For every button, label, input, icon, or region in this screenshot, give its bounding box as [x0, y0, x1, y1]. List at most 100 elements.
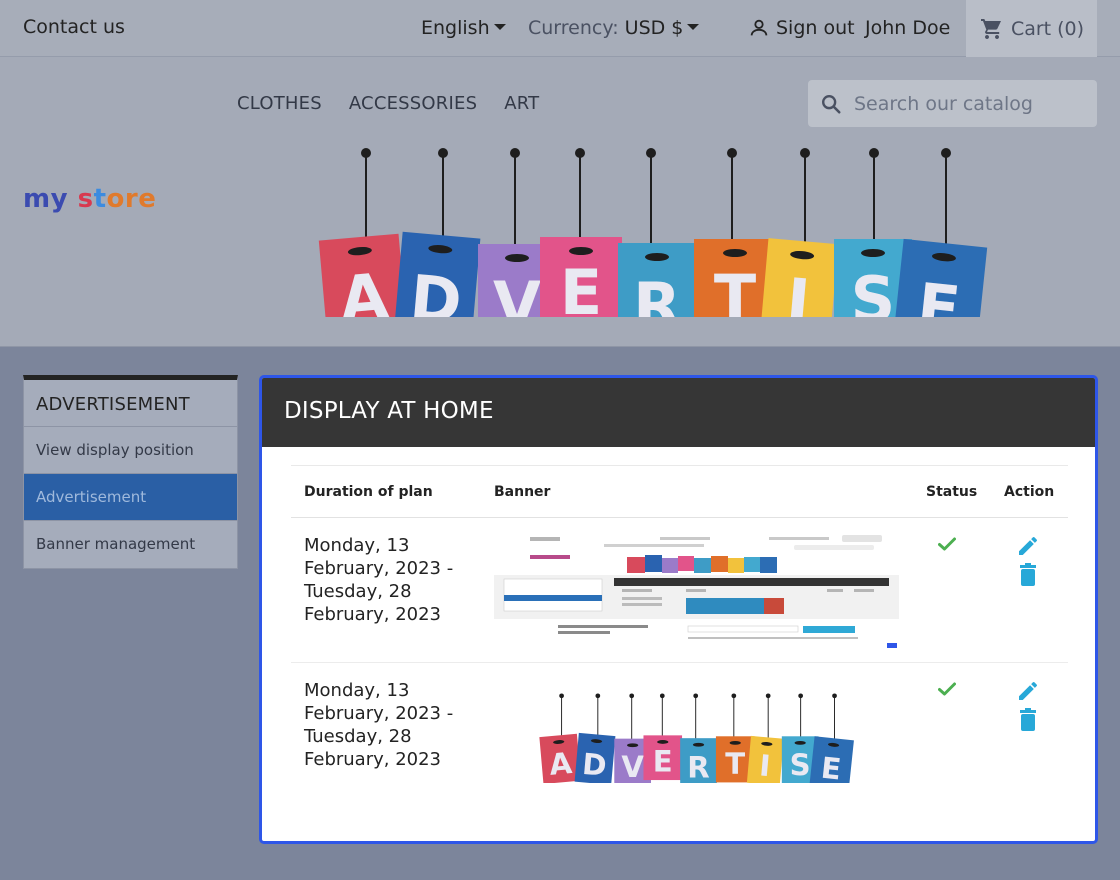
- cart-button[interactable]: Cart (0): [966, 0, 1097, 57]
- tag-clip: [794, 741, 806, 745]
- panel-title: DISPLAY AT HOME: [262, 378, 1095, 447]
- advertise-tag: E: [643, 735, 683, 781]
- tag-clip: [723, 249, 747, 257]
- search-box: [808, 80, 1097, 127]
- account-name-link[interactable]: John Doe: [865, 17, 950, 39]
- search-icon[interactable]: [820, 93, 842, 115]
- tag-letter: E: [819, 751, 842, 783]
- tag-letter: S: [851, 263, 896, 317]
- tag-letter: T: [714, 261, 756, 317]
- tag-letter: E: [560, 256, 602, 317]
- advertise-tag: I: [746, 735, 784, 783]
- table-header: Duration of plan Banner Status Action: [291, 465, 1068, 518]
- language-selector[interactable]: English: [421, 17, 506, 39]
- advertise-tag: R: [618, 243, 696, 317]
- tag-clip: [729, 741, 741, 745]
- pin: [559, 693, 564, 699]
- tag-clip: [861, 249, 885, 257]
- advertisement-sidebar: ADVERTISEMENT View display position Adve…: [23, 375, 238, 569]
- tag-letter: A: [548, 746, 574, 782]
- menu-item-accessories[interactable]: ACCESSORIES: [349, 93, 477, 114]
- advertise-banner-image: ADVERTISE: [318, 148, 988, 317]
- advertise-tag: E: [809, 736, 854, 783]
- user-icon: [750, 19, 768, 36]
- tag-letter: R: [687, 751, 709, 783]
- pin: [693, 693, 699, 699]
- tag-letter: E: [653, 745, 673, 779]
- advertise-tag: D: [393, 231, 481, 317]
- advertise-tag: R: [680, 738, 717, 783]
- tag-letter: A: [337, 259, 391, 317]
- advertise-tag: I: [759, 238, 839, 317]
- edit-icon[interactable]: [1016, 534, 1040, 558]
- plan-duration: Monday, 13 February, 2023 - Tuesday, 28 …: [304, 535, 454, 625]
- sidebar-item-view-display-position[interactable]: View display position: [24, 427, 237, 474]
- banner-thumbnail: ADVERTISE: [539, 693, 854, 783]
- pin: [869, 148, 879, 158]
- tag-letter: D: [581, 747, 608, 783]
- sidebar-item-advertisement[interactable]: Advertisement: [24, 474, 237, 521]
- tag-clip: [627, 743, 639, 748]
- delete-icon[interactable]: [1018, 708, 1038, 732]
- pin: [832, 693, 837, 699]
- tag-letter: S: [790, 748, 811, 782]
- sidebar-item-banner-management[interactable]: Banner management: [24, 521, 237, 568]
- currency-selector[interactable]: Currency: USD $: [528, 17, 700, 39]
- search-input[interactable]: [854, 92, 1084, 115]
- currency-label: Currency:: [528, 17, 619, 39]
- sign-out-label: Sign out: [776, 17, 855, 39]
- column-duration: Duration of plan: [304, 484, 433, 500]
- pin: [361, 148, 371, 158]
- check-icon: [938, 682, 956, 696]
- advertisement-table: Duration of plan Banner Status Action Mo…: [291, 465, 1068, 808]
- plan-duration: Monday, 13 February, 2023 - Tuesday, 28 …: [304, 680, 454, 770]
- tag-letter: E: [914, 269, 964, 317]
- pin: [800, 148, 810, 158]
- delete-icon[interactable]: [1018, 563, 1038, 587]
- advertise-tag: D: [574, 732, 616, 783]
- menu-item-art[interactable]: ART: [504, 93, 539, 114]
- tag-clip: [645, 253, 669, 261]
- chevron-down-icon: [687, 23, 700, 30]
- pin: [510, 148, 520, 158]
- banner-thumbnail: [494, 531, 899, 649]
- table-row: Monday, 13 February, 2023 - Tuesday, 28 …: [291, 518, 1068, 663]
- column-action: Action: [1004, 484, 1055, 500]
- advertise-tag: E: [540, 237, 622, 317]
- edit-icon[interactable]: [1016, 679, 1040, 703]
- advertise-tag: E: [892, 238, 988, 317]
- display-at-home-panel: DISPLAY AT HOME Duration of plan Banner …: [259, 375, 1098, 844]
- chevron-down-icon: [493, 23, 506, 30]
- tag-letter: V: [493, 268, 541, 317]
- logo-part: s: [77, 184, 94, 214]
- pin: [659, 693, 665, 699]
- cart-label: Cart (0): [1010, 17, 1085, 40]
- store-logo[interactable]: my store: [23, 184, 156, 214]
- tag-letter: V: [621, 750, 644, 783]
- pin: [646, 148, 656, 158]
- row-actions: [1016, 534, 1040, 587]
- language-label: English: [421, 17, 490, 39]
- check-icon: [938, 537, 956, 551]
- tag-letter: D: [407, 261, 465, 317]
- row-actions: [1016, 679, 1040, 732]
- status-active: [938, 536, 956, 555]
- main-menu: CLOTHES ACCESSORIES ART: [237, 93, 539, 114]
- contact-us-link[interactable]: Contact us: [23, 16, 125, 38]
- tag-letter: R: [633, 269, 681, 317]
- advertise-tag: A: [539, 733, 581, 783]
- pin: [798, 693, 803, 699]
- site-header: CLOTHES ACCESSORIES ART my store ADVERTI…: [0, 57, 1120, 347]
- tag-clip: [657, 740, 669, 744]
- menu-item-clothes[interactable]: CLOTHES: [237, 93, 322, 114]
- top-nav: Contact us English Currency: USD $ Sign …: [0, 0, 1120, 57]
- advertise-tag: A: [318, 233, 408, 317]
- pin: [629, 693, 635, 699]
- sign-out-link[interactable]: Sign out: [748, 17, 855, 39]
- sidebar-title: ADVERTISEMENT: [24, 380, 237, 427]
- tag-clip: [505, 254, 529, 262]
- table-row: Monday, 13 February, 2023 - Tuesday, 28 …: [291, 663, 1068, 808]
- pin: [595, 693, 601, 699]
- logo-part: my: [23, 184, 69, 214]
- pin: [731, 693, 737, 699]
